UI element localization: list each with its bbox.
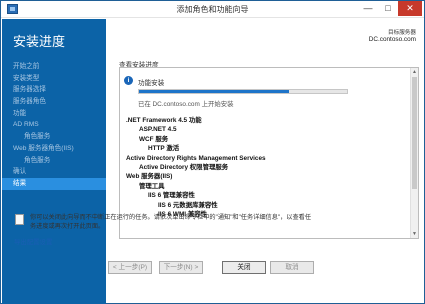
list-item: .NET Framework 4.5 功能 (126, 117, 202, 124)
wizard-steps: 开始之前 安装类型 服务器选择 服务器角色 功能 AD RMS 角色服务 Web… (2, 61, 106, 190)
install-target-text: 已在 DC.contoso.com 上开始安装 (138, 101, 234, 108)
step-web-server-role: Web 服务器角色(IIS) (13, 144, 74, 152)
info-note: 你可以关闭此向导而不中断正在运行的任务。请依次单击命令栏中的"通知"和"任务详细… (30, 214, 312, 230)
note-flag-icon (15, 214, 24, 225)
info-icon: i (124, 76, 133, 85)
list-item: WCF 服务 (139, 135, 169, 143)
feature-list: .NET Framework 4.5 功能 ASP.NET 4.5 WCF 服务… (126, 116, 406, 219)
step-ad-rms: AD RMS (13, 121, 39, 129)
install-status: 功能安装 (138, 80, 165, 87)
step-server-selection: 服务器选择 (13, 86, 46, 94)
previous-button[interactable]: < 上一步(P) (108, 261, 152, 274)
wizard-sidebar: 安装进度 开始之前 安装类型 服务器选择 服务器角色 功能 AD RMS 角色服… (2, 19, 106, 304)
vertical-scrollbar[interactable]: ▲ ▼ (410, 68, 418, 238)
progress-bar (138, 89, 348, 94)
list-item: ASP.NET 4.5 (139, 126, 177, 134)
cancel-button[interactable]: 取消 (270, 261, 314, 274)
step-ad-rms-role-services: 角色服务 (24, 133, 51, 141)
step-iis-role-services: 角色服务 (24, 156, 51, 164)
list-item: Active Directory Rights Management Servi… (126, 154, 266, 162)
minimize-button[interactable]: — (358, 1, 378, 16)
step-before-you-begin: 开始之前 (13, 63, 40, 70)
wizard-window: 添加角色和功能向导 — □ ✕ 安装进度 开始之前 安装类型 服务器选择 服务器… (0, 0, 425, 304)
scroll-down-icon[interactable]: ▼ (411, 230, 418, 238)
step-confirmation: 确认 (13, 168, 27, 176)
step-features: 功能 (13, 109, 27, 117)
close-window-button[interactable]: ✕ (398, 1, 422, 16)
step-results[interactable]: 结果 (2, 177, 106, 190)
next-button[interactable]: 下一步(N) > (159, 261, 203, 274)
export-settings-link[interactable]: 导出配置设置 (14, 237, 52, 246)
close-button[interactable]: 关闭 (222, 261, 266, 274)
list-item: Web 服务器(IIS) (126, 173, 173, 181)
scroll-thumb[interactable] (412, 77, 417, 189)
list-item: IIS 6 元数据库兼容性 (158, 201, 218, 209)
page-title: 安装进度 (13, 34, 66, 49)
maximize-button[interactable]: □ (378, 1, 398, 16)
title-bar[interactable]: 添加角色和功能向导 — □ ✕ (1, 1, 424, 18)
progress-fill (139, 90, 289, 93)
scroll-up-icon[interactable]: ▲ (411, 68, 418, 76)
list-item: IIS 6 管理兼容性 (148, 192, 195, 200)
list-item: Active Directory 权限管理服务 (139, 163, 229, 171)
list-item: HTTP 激活 (148, 145, 180, 153)
list-item: 管理工具 (139, 182, 165, 190)
step-server-roles: 服务器角色 (13, 98, 46, 106)
step-installation-type: 安装类型 (13, 74, 40, 82)
